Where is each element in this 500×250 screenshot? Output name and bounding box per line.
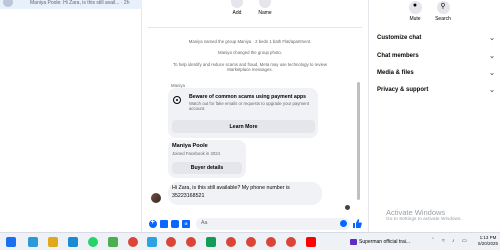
chrome-icon[interactable]	[166, 237, 176, 247]
battery-icon[interactable]: ▭	[462, 238, 467, 244]
message-composer: G Aa	[142, 216, 368, 232]
windows-start-icon[interactable]	[6, 237, 16, 247]
message-text: Hi Zara, is this still available? My pho…	[172, 185, 290, 199]
chrome-icon[interactable]	[266, 237, 276, 247]
mute-label: Mute	[409, 16, 421, 22]
gif-icon[interactable]: G	[182, 220, 190, 228]
chevron-down-icon: ⌄	[489, 53, 495, 60]
activate-windows-subtitle: Go to Settings to activate Windows.	[386, 217, 462, 222]
conversation-list: Maniya Poole: Hi Zara, is this still ava…	[0, 0, 142, 232]
system-clock[interactable]: 1:13 PM 5/20/2025	[478, 235, 498, 247]
name-button[interactable]: Name	[250, 0, 280, 16]
scrollbar[interactable]	[357, 82, 360, 200]
mute-button[interactable]: ● Mute	[404, 1, 426, 22]
media-player-widget[interactable]: Superman official trai...	[350, 236, 428, 248]
message-bubble[interactable]: Hi Zara, is this still available? My pho…	[168, 182, 322, 205]
profile-joined: Joined Facebook in 2024	[172, 151, 221, 156]
add-label: Add	[232, 10, 242, 16]
scam-warning-card: Beware of common scams using payment app…	[168, 88, 318, 138]
whatsapp-icon[interactable]	[88, 237, 98, 247]
taskbar: Superman official trai... ˆ ≈ ♪ ▭ 1:13 P…	[0, 232, 500, 250]
search-taskbar-icon[interactable]	[28, 237, 38, 247]
youtube-icon[interactable]	[306, 237, 316, 247]
chrome-icon[interactable]	[128, 237, 138, 247]
section-label: Media & files	[377, 70, 414, 76]
app-icon[interactable]	[206, 237, 216, 247]
plus-icon[interactable]	[149, 219, 157, 228]
app-icon[interactable]	[108, 237, 118, 247]
volume-icon[interactable]: ♪	[452, 238, 455, 244]
search-button[interactable]: ⚲ Search	[432, 1, 454, 22]
chat-header-actions: Add Name	[142, 0, 368, 28]
edit-icon	[259, 0, 271, 8]
telegram-icon[interactable]	[147, 237, 157, 247]
chevron-down-icon: ⌄	[489, 35, 495, 42]
divider	[148, 27, 362, 28]
system-message: To help identify and reduce scams and fr…	[172, 62, 328, 73]
wifi-icon[interactable]: ≈	[442, 238, 445, 244]
section-label: Privacy & support	[377, 87, 429, 93]
name-label: Name	[258, 10, 272, 16]
file-explorer-icon[interactable]	[48, 237, 58, 247]
chevron-up-icon[interactable]: ˆ	[432, 238, 434, 244]
avatar	[3, 0, 13, 7]
search-label: Search	[435, 16, 451, 22]
system-message: Maniya named the group Maniya · 2 beds 1…	[188, 39, 312, 44]
section-customize-chat[interactable]: Customize chat ⌄	[377, 35, 495, 42]
chat-panel: Add Name Maniya named the group Maniya ·…	[142, 0, 368, 232]
image-icon[interactable]	[160, 220, 168, 228]
learn-more-button[interactable]: Learn More	[172, 120, 315, 133]
scam-card-description: Watch out for fake emails or requests to…	[189, 101, 309, 112]
edge-icon[interactable]	[68, 237, 78, 247]
avatar[interactable]	[151, 193, 161, 203]
sticker-icon[interactable]	[171, 220, 179, 228]
system-message: Maniya changed the group photo.	[217, 50, 283, 55]
message-placeholder: Aa	[201, 220, 208, 226]
chrome-icon[interactable]	[246, 237, 256, 247]
chevron-down-icon: ⌄	[489, 70, 495, 77]
add-button[interactable]: Add	[222, 0, 252, 16]
bell-icon: ●	[408, 1, 422, 14]
add-icon	[231, 0, 243, 8]
chrome-icon[interactable]	[186, 237, 196, 247]
conversation-row[interactable]: Maniya Poole: Hi Zara, is this still ava…	[0, 0, 142, 9]
profile-name: Maniya Poole	[172, 143, 208, 149]
like-icon[interactable]	[352, 218, 362, 229]
buyer-details-button[interactable]: Buyer details	[172, 162, 242, 174]
profile-card: Maniya Poole Joined Facebook in 2024 Buy…	[168, 140, 246, 178]
section-label: Customize chat	[377, 35, 422, 41]
search-icon: ⚲	[436, 1, 450, 14]
scam-card-title: Beware of common scams using payment app…	[189, 94, 307, 100]
emoji-icon[interactable]	[340, 220, 347, 227]
message-input[interactable]: Aa	[196, 218, 350, 230]
seen-indicator-icon	[345, 205, 350, 210]
chevron-down-icon: ⌄	[489, 87, 495, 94]
chrome-icon[interactable]	[286, 237, 296, 247]
section-privacy-support[interactable]: Privacy & support ⌄	[377, 87, 495, 94]
activate-windows-title: Activate Windows	[386, 208, 446, 217]
chat-info-panel: ● Mute ⚲ Search Customize chat ⌄ Chat me…	[368, 0, 500, 232]
section-media-files[interactable]: Media & files ⌄	[377, 70, 495, 77]
section-label: Chat members	[377, 53, 419, 59]
conversation-snippet: Maniya Poole: Hi Zara, is this still ava…	[30, 0, 130, 6]
info-icon	[173, 96, 181, 104]
media-title: Superman official trai...	[359, 239, 411, 245]
clock-date: 5/20/2025	[478, 241, 499, 246]
media-icon	[350, 238, 357, 245]
section-chat-members[interactable]: Chat members ⌄	[377, 53, 495, 60]
chrome-icon[interactable]	[226, 237, 236, 247]
